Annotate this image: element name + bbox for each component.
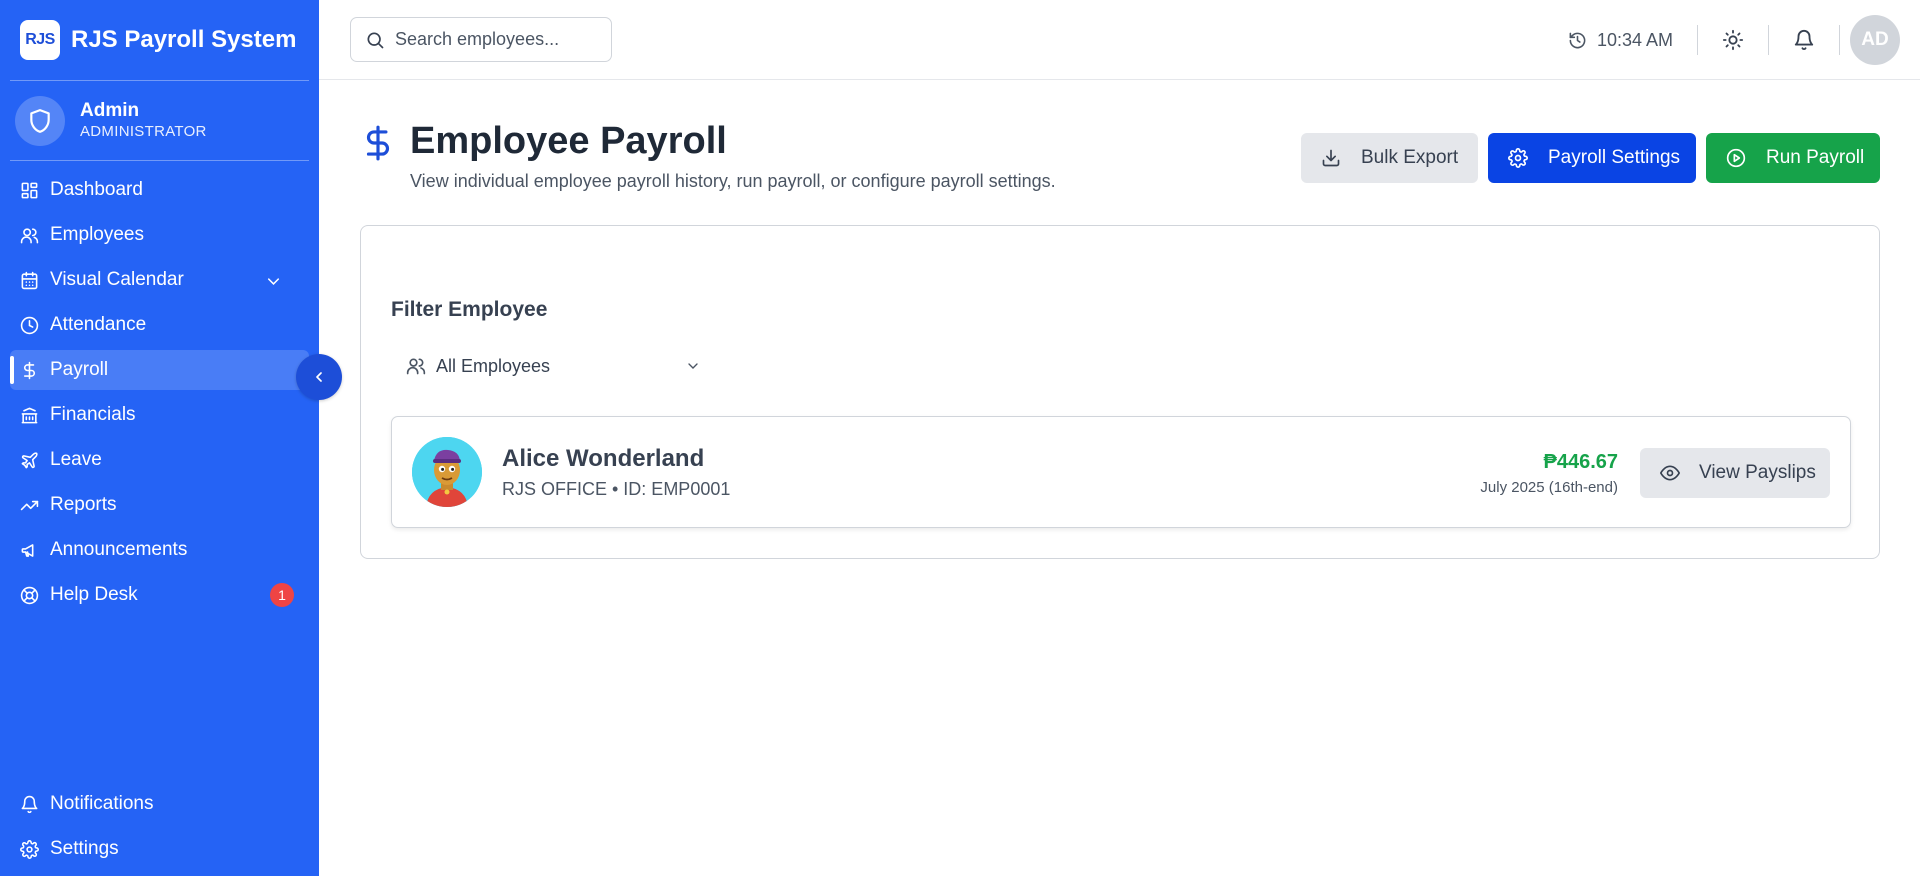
- sidebar-item-label: Visual Calendar: [50, 269, 184, 290]
- users-icon: [406, 358, 426, 375]
- view-payslips-label: View Payslips: [1699, 462, 1816, 483]
- sidebar-item-attendance[interactable]: Attendance: [10, 305, 309, 345]
- search-input[interactable]: [395, 29, 595, 50]
- sidebar-item-leave[interactable]: Leave: [10, 440, 309, 480]
- run-payroll-button[interactable]: Run Payroll: [1706, 133, 1880, 183]
- sun-icon[interactable]: [1722, 29, 1744, 51]
- payroll-settings-label: Payroll Settings: [1548, 147, 1681, 168]
- user-role: ADMINISTRATOR: [80, 123, 207, 140]
- sidebar-item-payroll[interactable]: Payroll: [10, 350, 309, 390]
- bell-icon: [21, 795, 38, 813]
- search-icon: [367, 32, 384, 48]
- dashboard-icon: [21, 182, 38, 198]
- calendar-icon: [21, 271, 38, 289]
- employee-name: Alice Wonderland: [502, 445, 705, 472]
- gear-icon: [1508, 148, 1528, 168]
- employee-pay-period: July 2025 (16th-end): [1480, 479, 1618, 496]
- lifebuoy-icon: [20, 586, 39, 604]
- help-desk-badge: 1: [270, 583, 294, 607]
- sidebar-collapse-button[interactable]: [296, 354, 342, 400]
- sidebar-item-dashboard[interactable]: Dashboard: [10, 170, 309, 210]
- filter-selected-value: All Employees: [436, 355, 551, 376]
- sidebar-item-financials[interactable]: Financials: [10, 395, 309, 435]
- clock-display: 10:34 AM: [1568, 30, 1673, 51]
- employee-avatar: [412, 437, 482, 507]
- payroll-card: Filter Employee All Employees Alice Wond…: [360, 225, 1880, 559]
- bell-icon[interactable]: [1793, 29, 1815, 51]
- page-title: Employee Payroll: [410, 120, 727, 162]
- employee-filter-select[interactable]: All Employees: [391, 346, 731, 386]
- play-circle-icon: [1726, 148, 1746, 168]
- bulk-export-button[interactable]: Bulk Export: [1301, 133, 1478, 183]
- chevron-left-icon: [316, 372, 322, 382]
- user-avatar-menu[interactable]: AD: [1850, 15, 1900, 65]
- sidebar-item-label: Employees: [50, 224, 144, 245]
- shield-icon: [30, 109, 50, 133]
- run-payroll-label: Run Payroll: [1766, 147, 1865, 168]
- sidebar-item-label: Attendance: [50, 314, 147, 335]
- sidebar-item-label: Announcements: [50, 539, 188, 560]
- header-divider: [1768, 25, 1769, 55]
- sidebar-item-help-desk[interactable]: Help Desk 1: [10, 575, 309, 615]
- dollar-icon: [23, 361, 35, 379]
- sidebar-item-employees[interactable]: Employees: [10, 215, 309, 255]
- sidebar: RJS RJS Payroll System Admin ADMINISTRAT…: [0, 0, 319, 876]
- trending-up-icon: [20, 500, 39, 510]
- clock-icon: [20, 316, 39, 334]
- sidebar-item-announcements[interactable]: Announcements: [10, 530, 309, 570]
- chevron-down-icon[interactable]: [264, 272, 283, 291]
- employee-avatar-image: [412, 437, 482, 507]
- sidebar-item-label: Leave: [50, 449, 102, 470]
- sidebar-item-label: Financials: [50, 404, 136, 425]
- header-divider: [1839, 25, 1840, 55]
- employee-row[interactable]: Alice Wonderland RJS OFFICE • ID: EMP000…: [391, 416, 1851, 528]
- brand[interactable]: RJS RJS Payroll System: [20, 20, 296, 60]
- brand-title: RJS Payroll System: [71, 26, 297, 53]
- user-name: Admin: [80, 100, 140, 121]
- current-time: 10:34 AM: [1596, 29, 1673, 50]
- header-divider: [1697, 25, 1698, 55]
- filter-label: Filter Employee: [391, 298, 548, 321]
- users-icon: [20, 227, 39, 243]
- bank-icon: [21, 407, 38, 423]
- history-icon: [1569, 32, 1586, 48]
- brand-logo: RJS: [20, 20, 60, 60]
- sidebar-item-label: Payroll: [50, 359, 109, 380]
- user-avatar: [15, 96, 65, 146]
- sidebar-item-label: Notifications: [50, 793, 154, 814]
- eye-icon: [1660, 465, 1680, 481]
- payroll-settings-button[interactable]: Payroll Settings: [1488, 133, 1696, 183]
- sidebar-divider: [10, 160, 309, 161]
- user-profile: Admin ADMINISTRATOR: [15, 96, 207, 146]
- sidebar-nav-bottom: Notifications Settings: [10, 784, 309, 874]
- chevron-down-icon: [688, 363, 698, 369]
- megaphone-icon: [21, 543, 34, 557]
- sidebar-item-label: Help Desk: [50, 584, 138, 605]
- sidebar-item-notifications[interactable]: Notifications: [10, 784, 309, 824]
- sidebar-nav: Dashboard Employees Visual Calendar Atte…: [10, 170, 309, 620]
- sidebar-divider: [10, 80, 309, 81]
- employee-net-pay: ₱446.67: [1543, 451, 1618, 473]
- sidebar-item-label: Dashboard: [50, 179, 143, 200]
- sidebar-item-visual-calendar[interactable]: Visual Calendar: [10, 260, 309, 300]
- sidebar-item-settings[interactable]: Settings: [10, 829, 309, 869]
- search-box[interactable]: [350, 17, 612, 62]
- header-actions: 10:34 AM AD: [1568, 15, 1920, 65]
- sidebar-item-label: Settings: [50, 838, 119, 859]
- view-payslips-button[interactable]: View Payslips: [1640, 448, 1830, 498]
- bulk-export-label: Bulk Export: [1361, 147, 1459, 168]
- plane-icon: [21, 451, 38, 468]
- sidebar-item-label: Reports: [50, 494, 117, 515]
- dollar-icon: [366, 125, 389, 161]
- page-subtitle: View individual employee payroll history…: [410, 171, 1056, 191]
- employee-meta: RJS OFFICE • ID: EMP0001: [502, 479, 731, 499]
- top-header: 10:34 AM AD: [319, 0, 1920, 80]
- sidebar-item-reports[interactable]: Reports: [10, 485, 309, 525]
- gear-icon: [20, 839, 39, 859]
- download-icon: [1322, 149, 1340, 167]
